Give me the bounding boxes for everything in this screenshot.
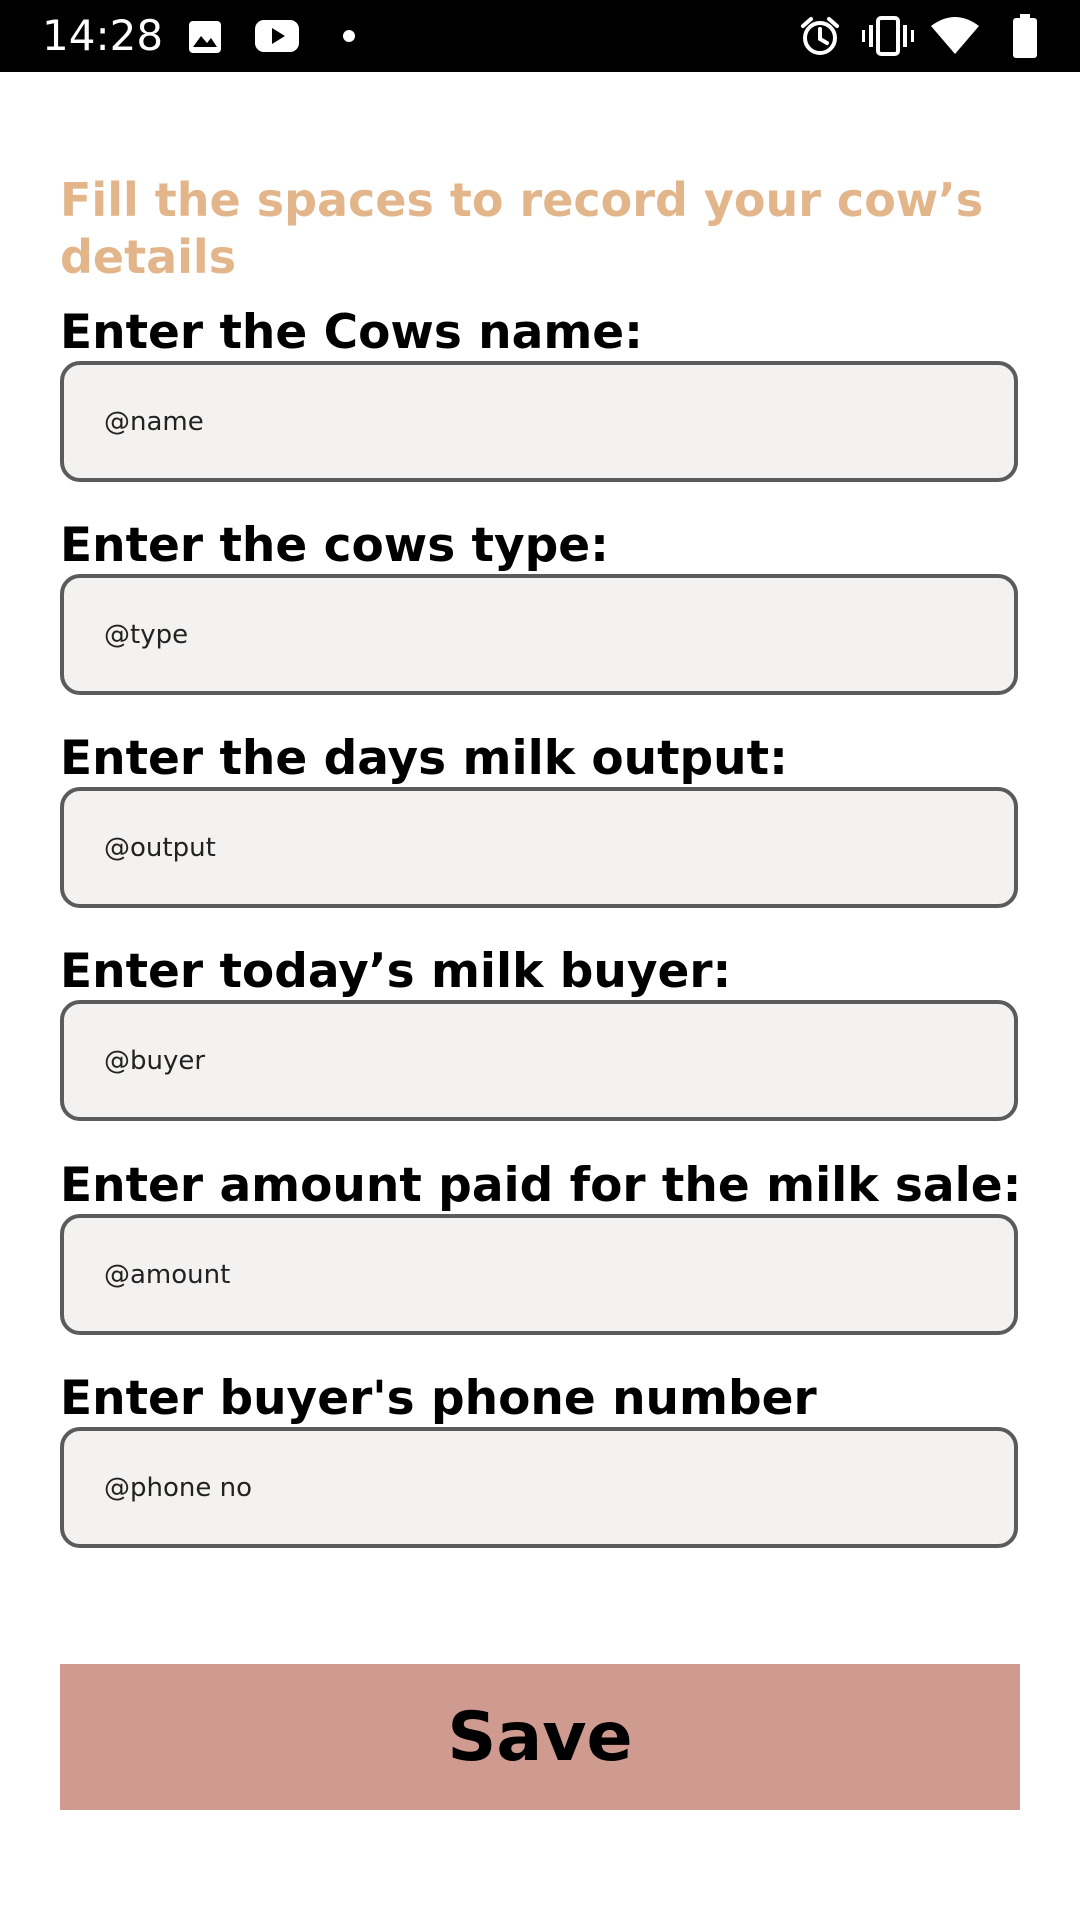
buyer-phone-input[interactable] bbox=[104, 1431, 984, 1544]
notification-dot-icon bbox=[343, 30, 355, 42]
status-bar: 14:28 bbox=[0, 0, 1080, 72]
battery-icon bbox=[1013, 14, 1037, 58]
cow-type-input[interactable] bbox=[104, 578, 984, 691]
buyer-phone-label: Enter buyer's phone number bbox=[60, 1371, 817, 1426]
cow-record-form: Fill the spaces to record your cow’s det… bbox=[0, 72, 1080, 1920]
cow-name-field[interactable] bbox=[60, 361, 1018, 482]
alarm-icon bbox=[801, 17, 839, 55]
milk-buyer-input[interactable] bbox=[104, 1004, 984, 1117]
milk-output-field[interactable] bbox=[60, 787, 1018, 908]
wifi-icon bbox=[931, 17, 979, 54]
youtube-icon bbox=[255, 20, 299, 52]
milk-buyer-field[interactable] bbox=[60, 1000, 1018, 1121]
amount-paid-label: Enter amount paid for the milk sale: bbox=[60, 1158, 1022, 1213]
cow-name-label: Enter the Cows name: bbox=[60, 305, 643, 360]
milk-buyer-label: Enter today’s milk buyer: bbox=[60, 944, 732, 999]
save-button[interactable]: Save bbox=[60, 1664, 1020, 1810]
amount-paid-input[interactable] bbox=[104, 1218, 984, 1331]
cow-type-label: Enter the cows type: bbox=[60, 518, 609, 573]
amount-paid-field[interactable] bbox=[60, 1214, 1018, 1335]
image-icon bbox=[189, 21, 221, 53]
vibrate-icon bbox=[862, 16, 914, 56]
status-time: 14:28 bbox=[42, 11, 164, 60]
cow-name-input[interactable] bbox=[104, 365, 984, 478]
buyer-phone-field[interactable] bbox=[60, 1427, 1018, 1548]
milk-output-label: Enter the days milk output: bbox=[60, 731, 788, 786]
form-heading: Fill the spaces to record your cow’s det… bbox=[60, 173, 984, 284]
cow-type-field[interactable] bbox=[60, 574, 1018, 695]
milk-output-input[interactable] bbox=[104, 791, 984, 904]
